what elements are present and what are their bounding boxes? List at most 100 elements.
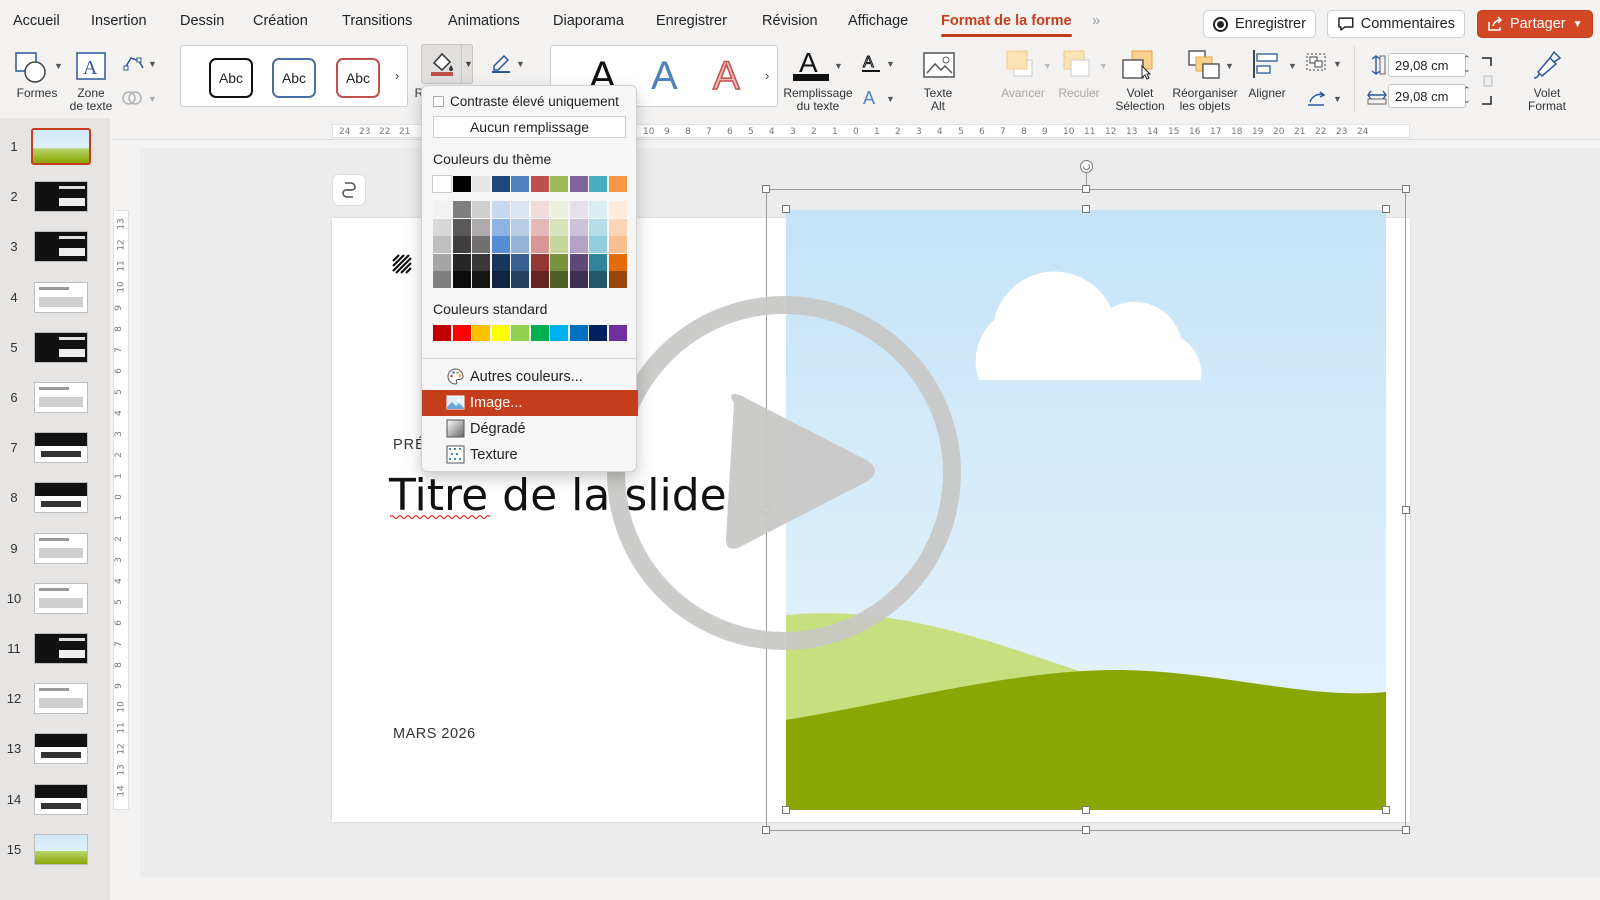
theme-shade-swatch[interactable] [452,218,471,236]
theme-shade-swatch[interactable] [569,218,588,236]
theme-shade-swatch[interactable] [491,253,510,271]
resize-handle[interactable] [1382,806,1390,814]
resize-handle[interactable] [1402,185,1410,193]
chevron-down-icon[interactable]: ▼ [148,94,157,104]
theme-shade-swatch[interactable] [452,236,471,253]
tab-revision[interactable]: Révision [762,13,818,29]
width-stepper[interactable]: ⌃ ⌄ [1463,85,1471,105]
align-icon[interactable] [1250,48,1282,80]
text-fill-icon[interactable]: A [791,46,831,82]
lock-aspect-ratio-icon[interactable] [1481,56,1493,106]
standard-color-swatch[interactable] [608,325,627,341]
theme-shade-swatch[interactable] [550,236,568,253]
resize-handle[interactable] [1082,205,1090,213]
text-effects-icon[interactable]: A [860,86,882,108]
theme-shade-swatch[interactable] [491,218,510,236]
theme-shade-swatch[interactable] [433,271,451,288]
theme-shade-swatch[interactable] [472,201,490,218]
theme-shade-swatch[interactable] [433,201,451,218]
theme-color-swatch[interactable] [550,176,568,192]
shape-fill-button[interactable]: ▼ [421,44,473,84]
standard-color-swatch[interactable] [569,325,588,341]
resize-handle[interactable] [782,806,790,814]
tab-accueil[interactable]: Accueil [13,13,60,29]
resize-handle[interactable] [762,826,770,834]
rotate-handle-icon[interactable] [1079,159,1094,174]
theme-shade-swatch[interactable] [589,253,607,271]
height-stepper[interactable]: ⌃ ⌄ [1463,54,1471,74]
resize-handle[interactable] [1382,205,1390,213]
rotate-icon[interactable] [1305,88,1327,108]
slide-thumbnail-15[interactable] [34,833,88,865]
standard-color-swatch[interactable] [472,325,490,341]
theme-shade-swatch[interactable] [589,201,607,218]
slide-thumbnail-4[interactable] [34,281,88,313]
slide-thumbnail-13[interactable] [34,733,88,765]
arrange-icon[interactable] [1186,48,1222,82]
theme-shade-swatch[interactable] [511,201,529,218]
theme-shade-swatch[interactable] [550,218,568,236]
resize-handle[interactable] [1082,826,1090,834]
slide-date[interactable]: MARS 2026 [393,726,476,742]
theme-shade-swatch[interactable] [589,218,607,236]
slide-thumbnail-12[interactable] [34,683,88,715]
theme-shade-swatch[interactable] [569,236,588,253]
theme-color-swatch[interactable] [432,175,452,193]
chevron-down-icon[interactable]: ▼ [1288,61,1297,71]
text-outline-icon[interactable]: A [860,52,882,74]
width-input[interactable]: 29,08 cm [1388,84,1466,108]
theme-shade-swatch[interactable] [452,271,471,288]
standard-color-swatch[interactable] [589,325,607,341]
theme-shade-swatch[interactable] [452,253,471,271]
theme-shade-swatch[interactable] [569,201,588,218]
chevron-down-icon[interactable]: ▼ [1099,61,1108,71]
tab-affichage[interactable]: Affichage [848,13,908,29]
send-backward-icon[interactable] [1061,48,1095,80]
selection-pane-icon[interactable] [1120,48,1156,82]
theme-shade-swatch[interactable] [472,236,490,253]
resize-handle[interactable] [1082,185,1090,193]
theme-shade-swatch[interactable] [530,271,549,288]
high-contrast-checkbox[interactable]: Contraste élevé uniquement [433,94,619,109]
standard-color-swatch[interactable] [452,325,471,341]
resize-handle[interactable] [1082,806,1090,814]
theme-color-swatch[interactable] [569,176,588,192]
resize-handle[interactable] [1402,506,1410,514]
chevron-down-icon[interactable]: ▼ [54,61,63,71]
standard-color-swatch[interactable] [550,325,568,341]
gradient-fill-item[interactable]: Dégradé [422,416,638,442]
theme-shade-swatch[interactable] [608,271,627,288]
theme-shade-swatch[interactable] [550,271,568,288]
theme-shade-swatch[interactable] [608,201,627,218]
shape-outline-icon[interactable] [489,52,513,74]
copilot-button[interactable] [332,174,366,206]
share-button[interactable]: Partager ▼ [1477,10,1593,38]
bring-forward-icon[interactable] [1004,48,1038,80]
slide-thumbnail-1[interactable] [31,128,91,165]
theme-shade-swatch[interactable] [589,271,607,288]
group-icon[interactable] [1305,52,1327,72]
wordart-style-2[interactable]: A [651,54,678,99]
theme-color-swatch[interactable] [472,176,490,192]
format-pane-icon[interactable] [1530,48,1564,82]
height-input[interactable]: 29,08 cm [1388,53,1466,77]
theme-shade-swatch[interactable] [433,253,451,271]
theme-shade-swatch[interactable] [530,253,549,271]
chevron-down-icon[interactable]: ▼ [461,45,473,83]
tab-animations[interactable]: Animations [448,13,520,29]
text-box-icon[interactable]: A [74,50,108,82]
theme-shade-swatch[interactable] [433,218,451,236]
shapes-icon[interactable] [13,50,49,84]
merge-shapes-icon[interactable] [121,88,143,108]
theme-shade-swatch[interactable] [550,253,568,271]
slide-thumbnail-11[interactable] [34,633,88,664]
theme-color-swatch[interactable] [452,176,471,192]
image-fill-item[interactable]: Image... [422,390,638,416]
record-button[interactable]: Enregistrer [1203,10,1316,38]
chevron-down-icon[interactable]: ▼ [1333,59,1342,69]
slide-thumbnail-10[interactable] [34,582,88,614]
theme-shade-swatch[interactable] [530,236,549,253]
theme-shade-swatch[interactable] [608,253,627,271]
more-tabs-icon[interactable]: » [1092,12,1100,29]
theme-shade-swatch[interactable] [511,218,529,236]
